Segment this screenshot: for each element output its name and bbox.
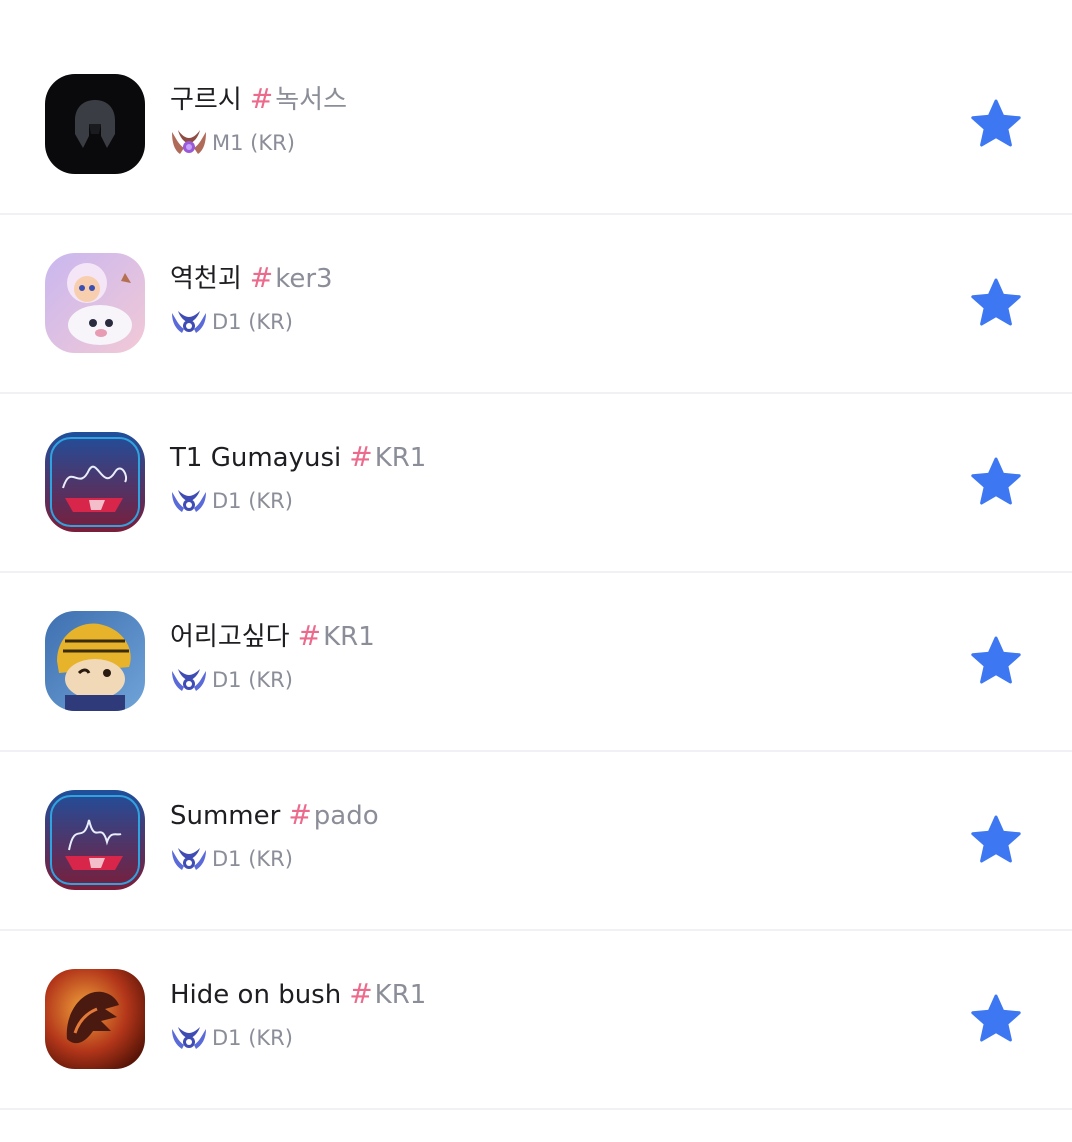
player-row[interactable]: Hide on bush #KR1 D1 (KR) xyxy=(0,931,1072,1110)
player-tag: KR1 xyxy=(374,980,427,1010)
favorite-star-icon[interactable] xyxy=(968,455,1024,511)
player-row[interactable]: 구르시 #녹서스 M1 (KR) xyxy=(0,36,1072,215)
favorite-star-icon[interactable] xyxy=(968,634,1024,690)
hash-icon: # xyxy=(288,798,312,831)
rank-label: D1 (KR) xyxy=(212,668,293,692)
player-name: T1 Gumayusi xyxy=(170,443,342,473)
player-name: Summer xyxy=(170,801,281,831)
favorite-star-icon[interactable] xyxy=(968,813,1024,869)
player-avatar xyxy=(45,611,145,711)
player-tag: pado xyxy=(313,801,379,831)
player-name: 역천괴 xyxy=(170,264,242,294)
hash-icon: # xyxy=(349,977,373,1010)
player-tag: KR1 xyxy=(323,622,375,652)
hash-icon: # xyxy=(349,440,373,473)
master-emblem-icon xyxy=(170,128,208,158)
favorite-star-icon[interactable] xyxy=(968,276,1024,332)
player-row[interactable]: T1 Gumayusi #KR1 D1 (KR) xyxy=(0,394,1072,573)
diamond-emblem-icon xyxy=(170,1023,208,1053)
diamond-emblem-icon xyxy=(170,844,208,874)
player-name: Hide on bush xyxy=(170,980,342,1010)
player-row[interactable]: 역천괴 #ker3 D1 (KR) xyxy=(0,215,1072,394)
rank-label: D1 (KR) xyxy=(212,847,293,871)
player-avatar xyxy=(45,432,145,532)
player-avatar xyxy=(45,74,145,174)
favorite-star-icon[interactable] xyxy=(968,97,1024,153)
player-name: 구르시 xyxy=(170,85,242,115)
hash-icon: # xyxy=(249,82,274,115)
rank-label: D1 (KR) xyxy=(212,1026,293,1050)
hash-icon: # xyxy=(249,261,274,294)
player-avatar xyxy=(45,790,145,890)
player-row[interactable]: Summer #pado D1 (KR) xyxy=(0,752,1072,931)
player-tag: ker3 xyxy=(275,264,333,294)
diamond-emblem-icon xyxy=(170,665,208,695)
diamond-emblem-icon xyxy=(170,307,208,337)
rank-label: D1 (KR) xyxy=(212,310,293,334)
favorite-star-icon[interactable] xyxy=(968,992,1024,1048)
diamond-emblem-icon xyxy=(170,486,208,516)
hash-icon: # xyxy=(297,619,322,652)
rank-label: D1 (KR) xyxy=(212,489,293,513)
player-tag: KR1 xyxy=(374,443,427,473)
player-tag: 녹서스 xyxy=(275,85,347,115)
player-avatar xyxy=(45,969,145,1069)
player-name: 어리고싶다 xyxy=(170,622,290,652)
player-row[interactable]: 어리고싶다 #KR1 D1 (KR) xyxy=(0,573,1072,752)
favorite-players-list: 구르시 #녹서스 M1 (KR) 역천괴 #ker3 D1 (KR) T1 Gu… xyxy=(0,36,1072,1110)
rank-label: M1 (KR) xyxy=(212,131,295,155)
player-avatar xyxy=(45,253,145,353)
